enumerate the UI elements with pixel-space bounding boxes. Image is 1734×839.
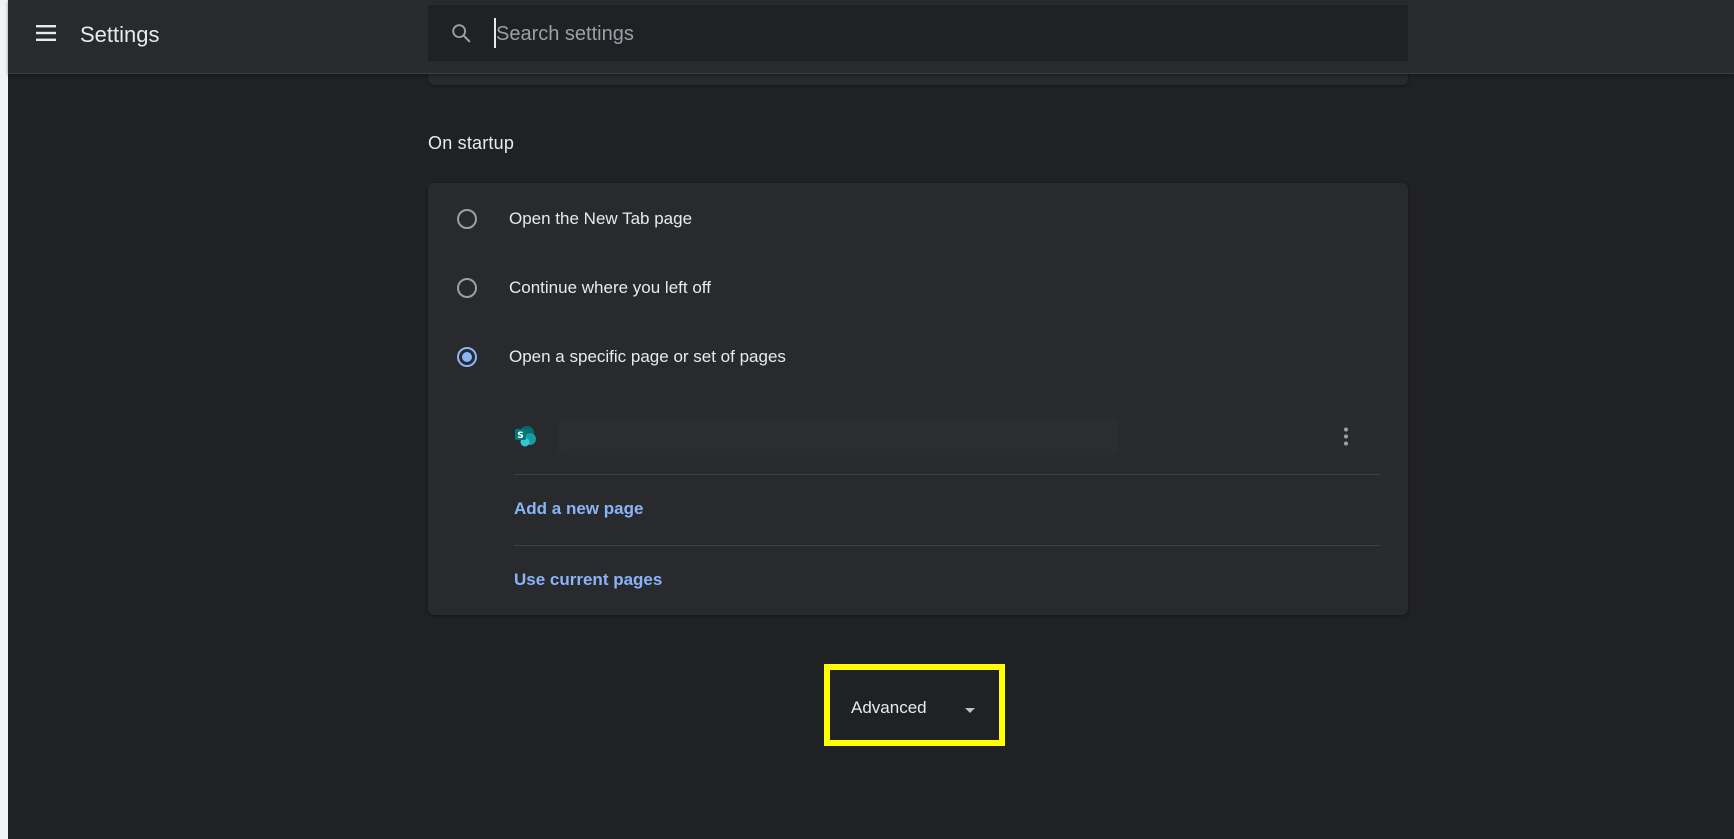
- option-open-new-tab[interactable]: Open the New Tab page: [428, 187, 1408, 251]
- radio-selected-dot: [462, 352, 472, 362]
- advanced-label: Advanced: [851, 698, 927, 717]
- svg-text:S: S: [517, 431, 523, 441]
- text-cursor: [494, 18, 496, 48]
- radio-button-selected[interactable]: [457, 347, 477, 367]
- add-page-row: Add a new page: [514, 475, 1380, 545]
- settings-toolbar: Settings: [8, 0, 1734, 74]
- radio-button[interactable]: [457, 278, 477, 298]
- window-edge: [0, 0, 8, 839]
- page-url-redacted: [558, 419, 1118, 455]
- startup-page-entry: S: [514, 403, 1380, 473]
- option-open-specific-pages[interactable]: Open a specific page or set of pages: [428, 325, 1408, 389]
- search-box[interactable]: [428, 5, 1408, 61]
- arrow-drop-down-icon: [965, 708, 975, 713]
- advanced-settings-button[interactable]: Advanced: [851, 698, 981, 722]
- section-title-on-startup: On startup: [428, 133, 515, 153]
- use-current-pages-row: Use current pages: [514, 546, 1380, 616]
- option-continue-where-left-off[interactable]: Continue where you left off: [428, 256, 1408, 320]
- sharepoint-icon: S: [515, 426, 536, 447]
- option-label: Open the New Tab page: [509, 209, 693, 228]
- use-current-pages-link[interactable]: Use current pages: [514, 570, 662, 590]
- page-title: Settings: [80, 22, 160, 47]
- add-new-page-link[interactable]: Add a new page: [514, 499, 643, 519]
- radio-button[interactable]: [457, 209, 477, 229]
- more-actions-button[interactable]: [1330, 421, 1362, 453]
- search-input[interactable]: [494, 19, 1378, 49]
- main-menu-button[interactable]: [30, 17, 62, 49]
- on-startup-card: Open the New Tab page Continue where you…: [428, 183, 1408, 615]
- more-vert-icon: [1344, 427, 1348, 446]
- hamburger-menu-icon: [36, 25, 56, 41]
- option-label: Open a specific page or set of pages: [509, 347, 786, 366]
- option-label: Continue where you left off: [509, 278, 711, 297]
- search-icon: [452, 24, 471, 43]
